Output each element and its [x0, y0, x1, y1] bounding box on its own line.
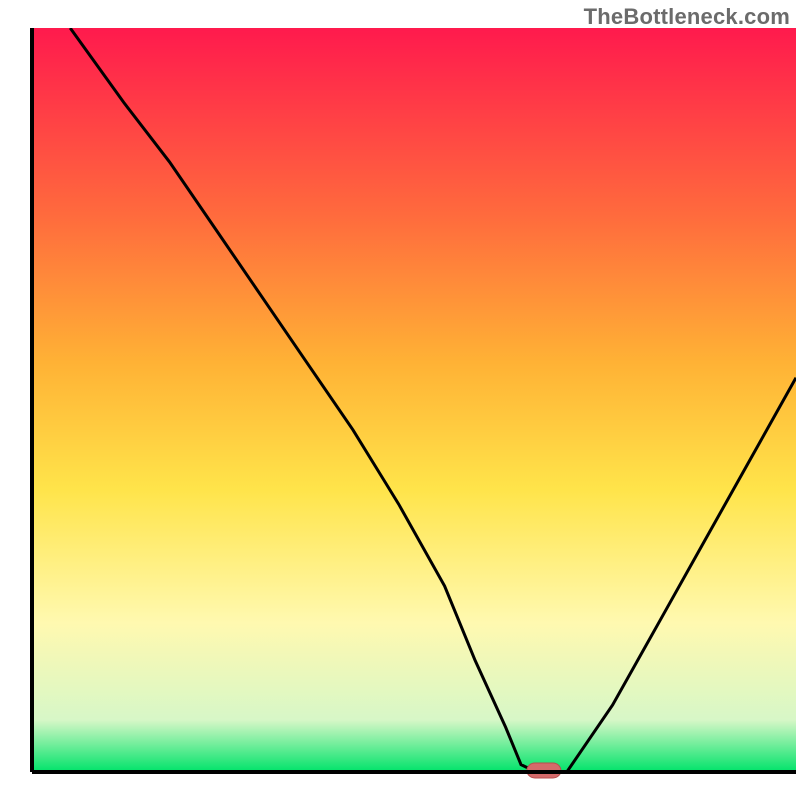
plot-background	[32, 28, 796, 772]
watermark-text: TheBottleneck.com	[584, 4, 790, 30]
bottleneck-chart: TheBottleneck.com	[0, 0, 800, 800]
chart-svg	[0, 0, 800, 800]
